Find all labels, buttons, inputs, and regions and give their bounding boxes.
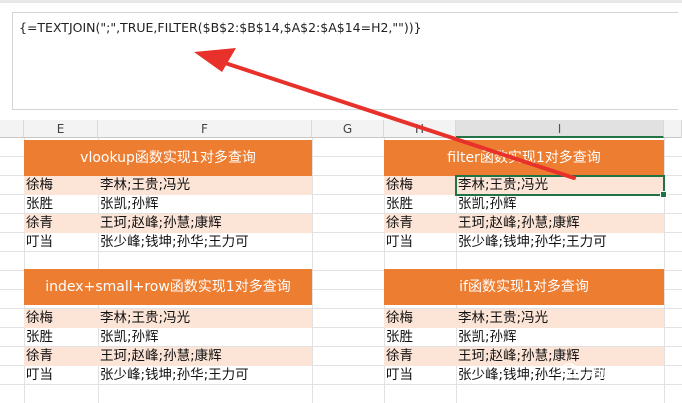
annotation-arrow	[194, 48, 576, 180]
